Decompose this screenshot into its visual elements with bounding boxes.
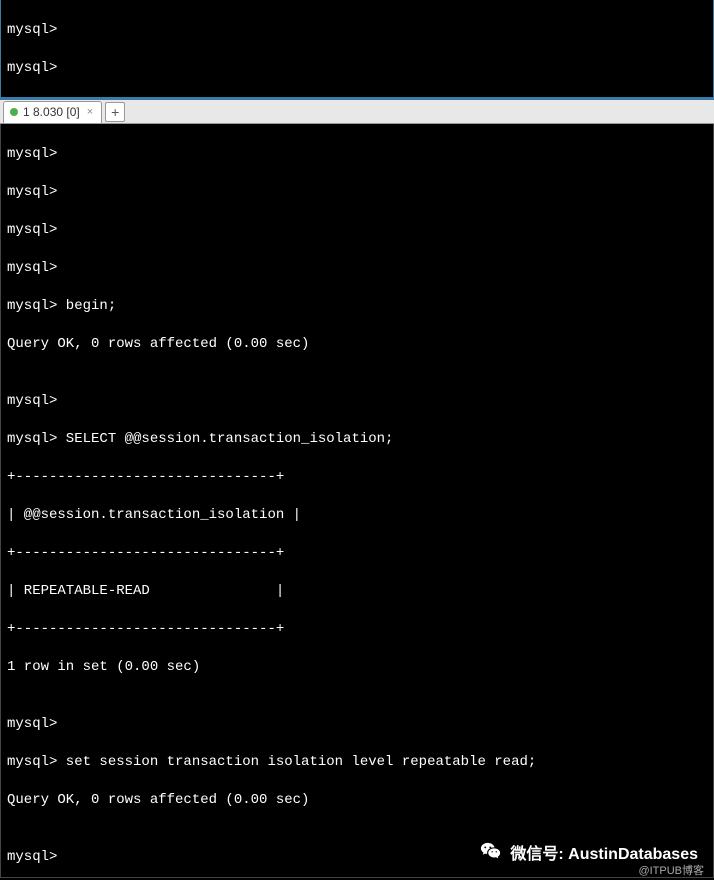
wechat-icon xyxy=(480,841,502,863)
watermark-text: 微信号: AustinDatabases xyxy=(510,840,698,864)
terminal-line: | @@session.transaction_isolation | xyxy=(7,506,707,525)
terminal-line: | REPEATABLE-READ | xyxy=(7,582,707,601)
terminal-line: mysql> xyxy=(7,392,707,411)
close-tab-button[interactable]: × xyxy=(85,106,95,118)
terminal-line: +-------------------------------+ xyxy=(7,544,707,563)
terminal-line: mysql> set session transaction isolation… xyxy=(7,753,707,772)
terminal-line: mysql> xyxy=(7,21,707,40)
watermark-sub: @ITPUB博客 xyxy=(638,862,704,878)
terminal-line: +-------------------------------+ xyxy=(7,620,707,639)
session-tab[interactable]: 1 8.030 [0] × xyxy=(3,101,102,123)
terminal-line: mysql> xyxy=(7,59,707,78)
terminal-line: +-------------------------------+ xyxy=(7,468,707,487)
bottom-terminal-panel[interactable]: mysql> mysql> mysql> mysql> mysql> begin… xyxy=(0,124,714,878)
terminal-line: mysql> xyxy=(7,183,707,202)
terminal-line: Query OK, 0 rows affected (0.00 sec) xyxy=(7,791,707,810)
top-terminal-panel[interactable]: mysql> mysql> mysql> update read_table s… xyxy=(0,0,714,98)
connection-status-icon xyxy=(10,108,18,116)
terminal-line: 1 row in set (0.00 sec) xyxy=(7,658,707,677)
terminal-line: mysql> begin; xyxy=(7,297,707,316)
terminal-line: mysql> SELECT @@session.transaction_isol… xyxy=(7,430,707,449)
watermark: 微信号: AustinDatabases xyxy=(480,840,698,864)
terminal-line: Query OK, 0 rows affected (0.00 sec) xyxy=(7,335,707,354)
terminal-line: mysql> xyxy=(7,221,707,240)
new-tab-button[interactable]: + xyxy=(105,102,125,122)
tab-label: 1 8.030 [0] xyxy=(23,105,80,119)
terminal-line: mysql> xyxy=(7,715,707,734)
tab-bar: 1 8.030 [0] × + xyxy=(0,100,714,124)
terminal-line: mysql> xyxy=(7,259,707,278)
terminal-line: mysql> xyxy=(7,145,707,164)
